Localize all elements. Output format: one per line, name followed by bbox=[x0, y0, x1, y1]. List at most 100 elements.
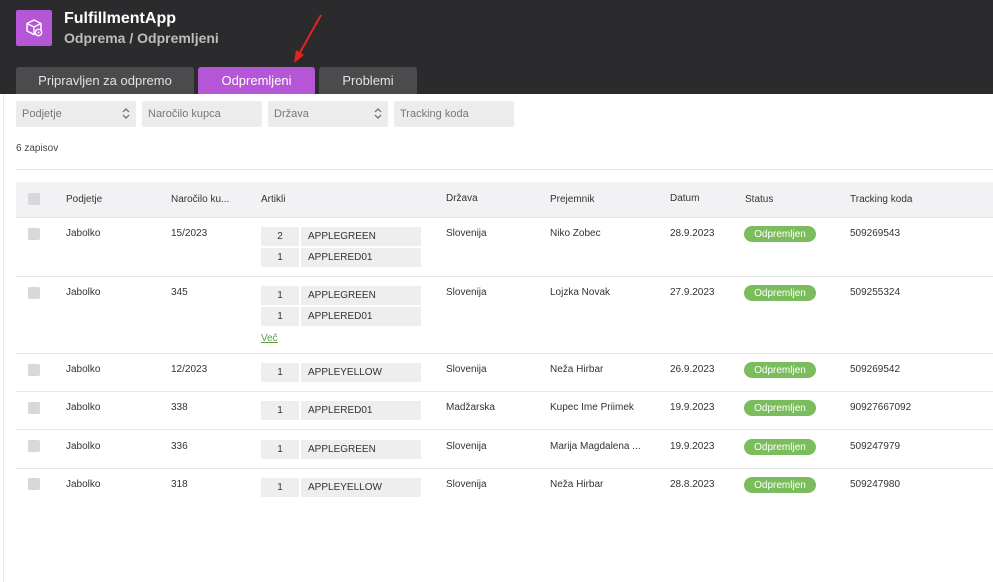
order-cell: 15/2023 bbox=[171, 228, 208, 239]
item-sku: APPLEGREEN bbox=[301, 286, 421, 305]
column-header-company[interactable]: Podjetje bbox=[66, 194, 102, 205]
order-cell: 12/2023 bbox=[171, 364, 208, 375]
row-checkbox[interactable] bbox=[28, 478, 40, 490]
company-cell: Jabolko bbox=[66, 228, 101, 239]
app-title: FulfillmentApp bbox=[64, 10, 176, 27]
date-cell: 28.9.2023 bbox=[670, 228, 715, 239]
recipient-cell: Lojzka Novak bbox=[550, 287, 611, 298]
tracking-cell: 509269543 bbox=[850, 228, 901, 239]
company-cell: Jabolko bbox=[66, 364, 101, 375]
status-badge: Odpremljen bbox=[744, 362, 816, 378]
item-sku: APPLEGREEN bbox=[301, 440, 421, 459]
chevron-updown-icon bbox=[374, 108, 382, 119]
tracking-cell: 509247980 bbox=[850, 479, 901, 490]
column-header-date[interactable]: Datum bbox=[670, 193, 699, 204]
order-filter-placeholder: Naročilo kupca bbox=[148, 108, 221, 120]
tab-problems[interactable]: Problemi bbox=[319, 67, 417, 94]
row-divider bbox=[16, 353, 993, 354]
tracking-filter-input[interactable]: Tracking koda bbox=[394, 101, 514, 127]
chevron-updown-icon bbox=[122, 108, 130, 119]
item-qty: 1 bbox=[261, 440, 299, 459]
row-divider bbox=[16, 276, 993, 277]
country-cell: Slovenija bbox=[446, 228, 487, 239]
item-sku: APPLEGREEN bbox=[301, 227, 421, 246]
recipient-cell: Neža Hirbar bbox=[550, 479, 604, 490]
date-cell: 19.9.2023 bbox=[670, 441, 715, 452]
tracking-cell: 90927667092 bbox=[850, 402, 912, 413]
country-cell: Slovenija bbox=[446, 287, 487, 298]
company-filter-select[interactable]: Podjetje bbox=[16, 101, 136, 127]
status-badge: Odpremljen bbox=[744, 439, 816, 455]
company-cell: Jabolko bbox=[66, 479, 101, 490]
tracking-cell: 509247979 bbox=[850, 441, 901, 452]
table-header: Podjetje Naročilo ku... Artikli Država P… bbox=[16, 182, 993, 218]
country-cell: Madžarska bbox=[446, 402, 495, 413]
item-sku: APPLEYELLOW bbox=[301, 363, 421, 382]
order-cell: 345 bbox=[171, 287, 188, 298]
country-filter-placeholder: Država bbox=[274, 108, 309, 120]
item-qty: 1 bbox=[261, 248, 299, 267]
column-header-order[interactable]: Naročilo ku... bbox=[171, 194, 229, 205]
recipient-cell: Niko Zobec bbox=[550, 228, 601, 239]
order-cell: 338 bbox=[171, 402, 188, 413]
status-badge: Odpremljen bbox=[744, 285, 816, 301]
recipient-cell: Neža Hirbar bbox=[550, 364, 604, 375]
tab-shipped[interactable]: Odpremljeni bbox=[198, 67, 315, 94]
status-badge: Odpremljen bbox=[744, 477, 816, 493]
date-cell: 27.9.2023 bbox=[670, 287, 715, 298]
order-cell: 336 bbox=[171, 441, 188, 452]
country-cell: Slovenija bbox=[446, 479, 487, 490]
more-items-link[interactable]: Več bbox=[261, 333, 278, 344]
select-all-checkbox[interactable] bbox=[28, 193, 40, 205]
red-arrow-annotation bbox=[294, 14, 322, 63]
tracking-cell: 509255324 bbox=[850, 287, 901, 298]
app-logo[interactable] bbox=[16, 10, 52, 46]
tracking-cell: 509269542 bbox=[850, 364, 901, 375]
order-cell: 318 bbox=[171, 479, 188, 490]
order-filter-input[interactable]: Naročilo kupca bbox=[142, 101, 262, 127]
tab-ready-for-shipping[interactable]: Pripravljen za odpremo bbox=[16, 67, 194, 94]
item-qty: 2 bbox=[261, 227, 299, 246]
column-header-tracking[interactable]: Tracking koda bbox=[850, 194, 912, 205]
item-sku: APPLERED01 bbox=[301, 248, 421, 267]
row-divider bbox=[16, 468, 993, 469]
row-checkbox[interactable] bbox=[28, 402, 40, 414]
row-divider bbox=[16, 429, 993, 430]
status-badge: Odpremljen bbox=[744, 400, 816, 416]
item-qty: 1 bbox=[261, 307, 299, 326]
row-checkbox[interactable] bbox=[28, 287, 40, 299]
recipient-cell: Marija Magdalena ... bbox=[550, 441, 641, 452]
company-cell: Jabolko bbox=[66, 441, 101, 452]
row-checkbox[interactable] bbox=[28, 364, 40, 376]
recipient-cell: Kupec Ime Priimek bbox=[550, 402, 634, 413]
record-count: 6 zapisov bbox=[16, 143, 59, 154]
date-cell: 26.9.2023 bbox=[670, 364, 715, 375]
tracking-filter-placeholder: Tracking koda bbox=[400, 108, 469, 120]
item-sku: APPLERED01 bbox=[301, 401, 421, 420]
company-cell: Jabolko bbox=[66, 402, 101, 413]
breadcrumb: Odprema / Odpremljeni bbox=[64, 30, 219, 46]
divider bbox=[16, 169, 993, 170]
row-checkbox[interactable] bbox=[28, 440, 40, 452]
item-qty: 1 bbox=[261, 478, 299, 497]
row-divider bbox=[16, 391, 993, 392]
country-cell: Slovenija bbox=[446, 441, 487, 452]
content-left-border bbox=[3, 94, 4, 582]
item-sku: APPLEYELLOW bbox=[301, 478, 421, 497]
item-qty: 1 bbox=[261, 363, 299, 382]
item-qty: 1 bbox=[261, 286, 299, 305]
company-filter-placeholder: Podjetje bbox=[22, 108, 62, 120]
column-header-status[interactable]: Status bbox=[745, 194, 773, 205]
item-qty: 1 bbox=[261, 401, 299, 420]
item-sku: APPLERED01 bbox=[301, 307, 421, 326]
column-header-items[interactable]: Artikli bbox=[261, 194, 285, 205]
status-badge: Odpremljen bbox=[744, 226, 816, 242]
company-cell: Jabolko bbox=[66, 287, 101, 298]
box-gear-icon bbox=[26, 19, 43, 37]
country-cell: Slovenija bbox=[446, 364, 487, 375]
date-cell: 19.9.2023 bbox=[670, 402, 715, 413]
row-checkbox[interactable] bbox=[28, 228, 40, 240]
country-filter-select[interactable]: Država bbox=[268, 101, 388, 127]
column-header-recipient[interactable]: Prejemnik bbox=[550, 194, 594, 205]
column-header-country[interactable]: Država bbox=[446, 193, 478, 204]
